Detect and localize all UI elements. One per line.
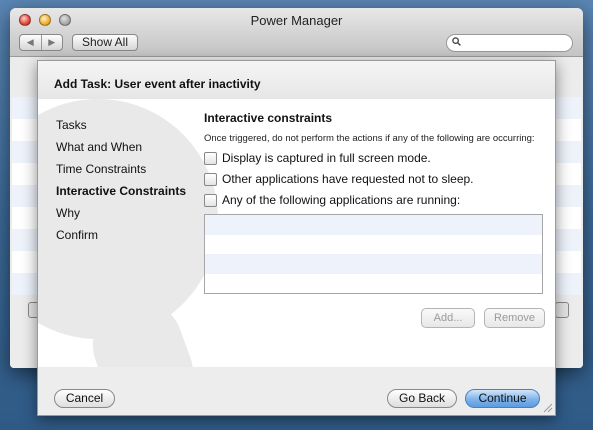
window-title: Power Manager: [250, 13, 343, 28]
option-no-sleep-row[interactable]: Other applications have requested not to…: [204, 169, 546, 189]
search-icon: [452, 37, 461, 46]
step-time-constraints[interactable]: Time Constraints: [56, 158, 186, 180]
option-fullscreen-row[interactable]: Display is captured in full screen mode.: [204, 148, 546, 168]
step-what-and-when[interactable]: What and When: [56, 136, 186, 158]
fullscreen-checkbox-label: Display is captured in full screen mode.: [222, 151, 431, 165]
sheet-title: Add Task: User event after inactivity: [54, 77, 261, 91]
no-sleep-checkbox[interactable]: [204, 172, 217, 186]
add-button[interactable]: Add...: [421, 308, 475, 328]
remove-button[interactable]: Remove: [484, 308, 545, 328]
sheet-footer: Cancel Go Back Continue: [38, 367, 555, 415]
forward-arrow-icon[interactable]: ▶: [40, 35, 63, 50]
title-bar: Power Manager ◀ ▶ Show All: [10, 8, 583, 57]
resize-grip-icon[interactable]: [543, 403, 553, 413]
go-back-button[interactable]: Go Back: [387, 389, 457, 408]
section-title: Interactive constraints: [204, 111, 333, 125]
apps-running-checkbox[interactable]: [204, 193, 217, 207]
step-tasks[interactable]: Tasks: [56, 114, 186, 136]
application-list[interactable]: [204, 214, 543, 294]
step-interactive-constraints[interactable]: Interactive Constraints: [56, 180, 186, 202]
back-arrow-icon[interactable]: ◀: [20, 35, 41, 50]
show-all-button[interactable]: Show All: [72, 34, 138, 51]
background-popup-button: [555, 302, 569, 318]
continue-button[interactable]: Continue: [465, 389, 540, 408]
sheet-header: Add Task: User event after inactivity: [38, 61, 555, 100]
constraints-content: Interactive constraints Once triggered, …: [204, 111, 546, 294]
option-apps-running-row[interactable]: Any of the following applications are ru…: [204, 190, 546, 210]
section-description: Once triggered, do not perform the actio…: [204, 133, 535, 144]
fullscreen-checkbox[interactable]: [204, 151, 217, 165]
apps-running-checkbox-label: Any of the following applications are ru…: [222, 193, 461, 207]
back-forward-control: ◀ ▶: [19, 34, 63, 51]
step-confirm[interactable]: Confirm: [56, 224, 186, 246]
step-list: Tasks What and When Time Constraints Int…: [56, 114, 186, 246]
add-task-sheet: Add Task: User event after inactivity Ta…: [37, 60, 556, 416]
cancel-button[interactable]: Cancel: [54, 389, 115, 408]
search-field[interactable]: [446, 34, 573, 52]
step-why[interactable]: Why: [56, 202, 186, 224]
sheet-panel: Tasks What and When Time Constraints Int…: [38, 99, 555, 369]
no-sleep-checkbox-label: Other applications have requested not to…: [222, 172, 474, 186]
